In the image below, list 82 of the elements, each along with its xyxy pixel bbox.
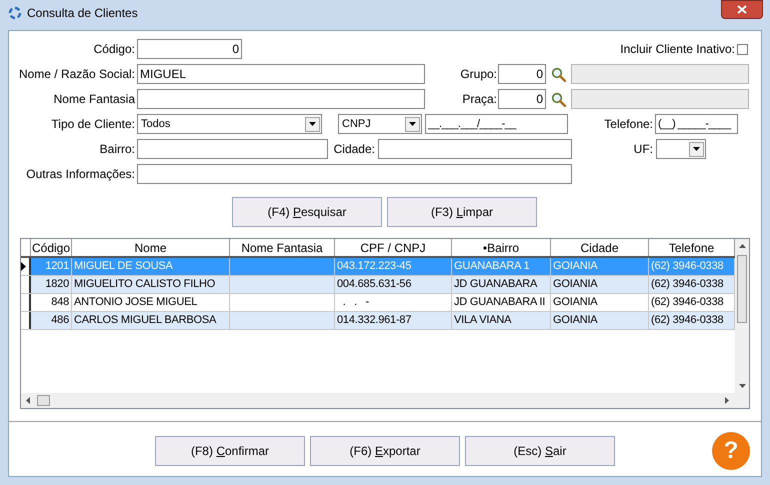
group-description-field[interactable] xyxy=(571,64,749,84)
group-field[interactable]: 0 xyxy=(498,64,546,84)
name-cell: CARLOS MIGUEL BARBOSA xyxy=(72,312,230,329)
scroll-right-icon[interactable] xyxy=(725,397,729,404)
row-header[interactable] xyxy=(21,258,31,275)
city-cell: GOIANIA xyxy=(551,276,649,293)
document-cell: 004.685.631-56 xyxy=(335,276,452,293)
code-label: Código: xyxy=(94,41,135,58)
code-cell: 486 xyxy=(31,312,72,329)
search-button[interactable]: (F4) Pesquisar xyxy=(232,197,382,227)
table-row[interactable]: 1820 MIGUELITO CALISTO FILHO 004.685.631-56 JD GUANABARA GOIANIA (62) 3946-0338 xyxy=(21,276,735,294)
name-cell: MIGUEL DE SOUSA xyxy=(72,258,230,275)
scroll-up-icon[interactable] xyxy=(738,244,746,248)
district-label: Bairro: xyxy=(100,141,135,158)
table-row[interactable]: 848 ANTONIO JOSE MIGUEL . . - JD GUANABARA II GOIANIA (62) 3946-0338 xyxy=(21,294,735,312)
client-type-label: Tipo de Cliente: xyxy=(51,116,135,133)
city-cell: GOIANIA xyxy=(551,312,649,329)
city-field[interactable] xyxy=(378,139,572,159)
name-field[interactable]: MIGUEL xyxy=(137,64,425,84)
dropdown-arrow-icon xyxy=(693,147,700,151)
trade-name-label: Nome Fantasia xyxy=(54,91,135,108)
trade-name-field[interactable] xyxy=(137,89,425,109)
name-label: Nome / Razão Social: xyxy=(18,66,135,83)
scroll-left-icon[interactable] xyxy=(26,397,30,404)
app-icon xyxy=(8,6,22,20)
exit-button[interactable]: (Esc) Sair xyxy=(465,436,615,466)
square-field[interactable]: 0 xyxy=(498,89,546,109)
column-header[interactable]: •Bairro xyxy=(452,239,551,256)
code-field[interactable]: 0 xyxy=(137,39,242,59)
scroll-down-icon[interactable] xyxy=(738,384,746,388)
state-select[interactable] xyxy=(656,139,706,159)
confirm-button[interactable]: (F8) Confirmar xyxy=(155,436,305,466)
state-label: UF: xyxy=(634,141,653,158)
export-button[interactable]: (F6) Exportar xyxy=(310,436,460,466)
name-cell: ANTONIO JOSE MIGUEL xyxy=(72,294,230,311)
table-row[interactable]: 486 CARLOS MIGUEL BARBOSA 014.332.961-87 VILA VIANA GOIANIA (62) 3946-0338 xyxy=(21,312,735,330)
document-type-select[interactable]: CNPJ xyxy=(338,114,422,134)
code-cell: 1201 xyxy=(31,258,72,275)
document-cell: . . - xyxy=(335,294,452,311)
column-header[interactable]: Cidade xyxy=(551,239,649,256)
column-header[interactable]: CPF / CNPJ xyxy=(335,239,452,256)
include-inactive-label: Incluir Cliente Inativo: xyxy=(620,41,735,58)
column-header[interactable]: Nome xyxy=(72,239,230,256)
document-cell: 043.172.223-45 xyxy=(335,258,452,275)
district-cell: GUANABARA 1 xyxy=(452,258,551,275)
document-cell: 014.332.961-87 xyxy=(335,312,452,329)
row-pointer-icon xyxy=(21,262,26,271)
dropdown-arrow-icon xyxy=(409,122,416,126)
code-cell: 1820 xyxy=(31,276,72,293)
window-title: Consulta de Clientes xyxy=(27,5,138,22)
city-label: Cidade: xyxy=(334,141,375,158)
phone-field[interactable]: (__) _____-____ xyxy=(655,114,738,134)
name-cell: MIGUELITO CALISTO FILHO xyxy=(72,276,230,293)
search-icon[interactable] xyxy=(551,92,566,106)
square-description-field[interactable] xyxy=(571,89,749,109)
row-header[interactable] xyxy=(21,276,31,293)
district-cell: JD GUANABARA II xyxy=(452,294,551,311)
district-cell: VILA VIANA xyxy=(452,312,551,329)
column-header[interactable]: Código xyxy=(31,239,72,256)
scroll-thumb[interactable] xyxy=(737,255,747,323)
city-cell: GOIANIA xyxy=(551,294,649,311)
vertical-scrollbar[interactable] xyxy=(735,239,749,393)
square-label: Praça: xyxy=(462,91,497,108)
city-cell: GOIANIA xyxy=(551,258,649,275)
horizontal-scrollbar[interactable] xyxy=(21,393,749,408)
document-field[interactable]: __.___.___/____-__ xyxy=(425,114,568,134)
close-button[interactable] xyxy=(721,0,763,19)
column-header[interactable]: Nome Fantasia xyxy=(230,239,335,256)
code-cell: 848 xyxy=(31,294,72,311)
dropdown-arrow-icon xyxy=(309,122,316,126)
district-field[interactable] xyxy=(137,139,328,159)
clear-button[interactable]: (F3) Limpar xyxy=(387,197,537,227)
group-label: Grupo: xyxy=(460,66,497,83)
other-info-label: Outras Informações: xyxy=(26,166,135,183)
row-header[interactable] xyxy=(21,312,31,329)
client-type-select[interactable]: Todos xyxy=(137,114,322,134)
close-icon xyxy=(737,5,747,14)
phone-label: Telefone: xyxy=(604,116,653,133)
district-cell: JD GUANABARA xyxy=(452,276,551,293)
search-icon[interactable] xyxy=(551,66,566,82)
scroll-thumb[interactable] xyxy=(37,395,50,406)
other-info-field[interactable] xyxy=(137,164,572,184)
